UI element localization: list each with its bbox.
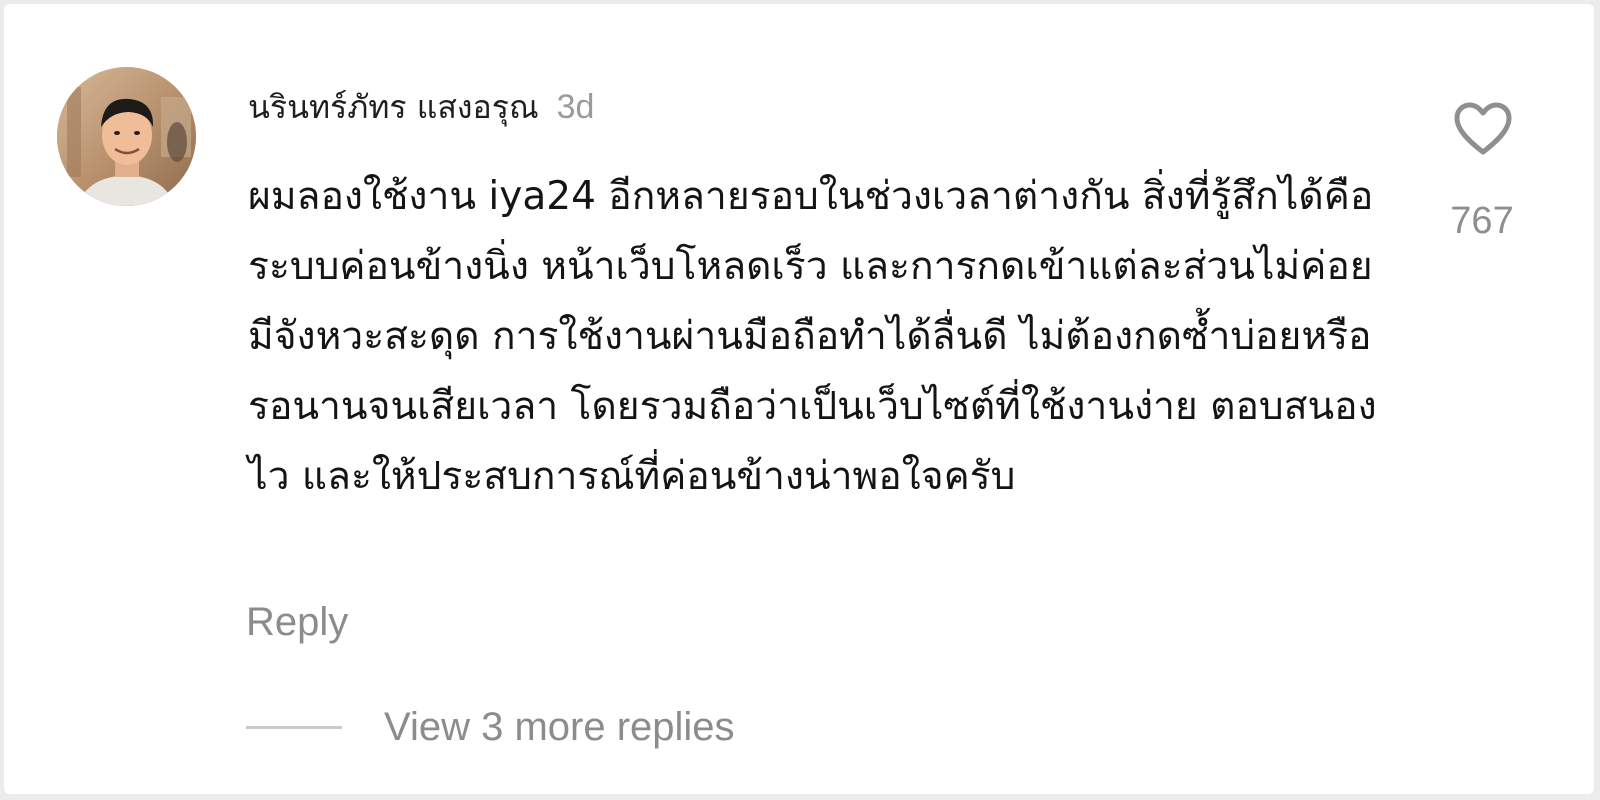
- comment-text: ผมลองใช้งาน iya24 อีกหลายรอบในช่วงเวลาต่…: [248, 174, 1377, 499]
- view-more-replies-button[interactable]: View 3 more replies: [246, 704, 735, 750]
- reply-button[interactable]: Reply: [246, 600, 348, 645]
- comment-header: นรินทร์ภัทร แสงอรุณ 3d: [248, 82, 594, 128]
- avatar-photo: [57, 67, 196, 206]
- comment-card: นรินทร์ภัทร แสงอรุณ 3d ผมลองใช้งาน iya24…: [4, 4, 1594, 794]
- view-more-replies-label: View 3 more replies: [384, 704, 735, 749]
- heart-outline-icon: [1454, 102, 1512, 155]
- author-name[interactable]: นรินทร์ภัทร แสงอรุณ: [248, 82, 539, 133]
- like-count: 767: [1450, 200, 1514, 242]
- avatar[interactable]: [57, 67, 196, 206]
- like-button[interactable]: [1454, 102, 1512, 156]
- timestamp: 3d: [556, 88, 595, 126]
- replies-divider-line: [246, 725, 342, 729]
